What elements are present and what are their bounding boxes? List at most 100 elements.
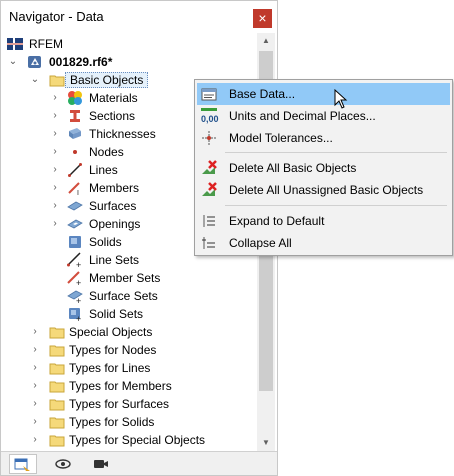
section-icon [67,108,83,124]
display-tab-eye-icon[interactable] [49,454,77,474]
tree-root[interactable]: RFEM [1,35,257,53]
tree-item-label: Surface Sets [89,289,158,303]
tree-item-label: Sections [89,109,136,123]
tree-file[interactable]: ⌄ 001829.rf6* [1,53,257,71]
surface-set-icon: + [67,288,83,306]
expand-arrow-icon[interactable]: › [29,397,41,411]
tree-basic-objects-label: Basic Objects [65,72,149,88]
expand-arrow-icon[interactable]: › [49,181,61,195]
member-icon: I [67,180,83,197]
expand-arrow-icon[interactable]: › [49,91,61,105]
menu-item-expand-default[interactable]: Expand to Default [197,210,450,232]
folder-icon [49,72,65,88]
materials-icon [67,90,83,106]
tree-item-label: Lines [89,163,118,177]
base-data-icon [201,86,217,102]
menu-separator [225,205,447,206]
collapse-arrow-icon[interactable]: ⌄ [7,55,19,69]
tolerance-icon [201,130,217,146]
tree-item-label: Solid Sets [89,307,144,321]
opening-icon [67,216,83,232]
folder-icon [49,378,65,394]
svg-text:+: + [76,260,81,268]
expand-arrow-icon[interactable]: › [49,163,61,177]
svg-text:+: + [76,278,81,286]
expand-arrow-icon[interactable]: › [29,361,41,375]
scroll-up-arrow-icon[interactable]: ▲ [257,33,275,49]
folder-icon [49,342,65,358]
tree-item-label: Nodes [89,145,124,159]
collapse-tree-icon [201,235,217,251]
tree-item-label: Solids [89,235,122,249]
svg-text:+: + [76,314,81,322]
tree-item-solid-sets[interactable]: + Solid Sets [1,305,257,324]
delete-objects-icon [201,160,217,176]
menu-separator [225,152,447,153]
tree-item-label: Openings [89,217,141,231]
menu-item-units[interactable]: 0,00 Units and Decimal Places... [197,105,450,127]
scroll-down-arrow-icon[interactable]: ▼ [257,435,275,451]
solid-icon [67,234,83,250]
panel-title: Navigator - Data [9,9,104,24]
collapse-arrow-icon[interactable]: ⌄ [29,73,41,87]
data-tab-icon[interactable] [9,454,37,474]
folder-icon [49,324,65,340]
tree-folder-special-objects[interactable]: › Special Objects [1,323,257,341]
menu-item-label: Units and Decimal Places... [229,109,376,123]
tree-folder-types-solids[interactable]: › Types for Solids [1,413,257,431]
tree-item-member-sets[interactable]: + Member Sets [1,269,257,288]
expand-arrow-icon[interactable]: › [49,145,61,159]
expand-arrow-icon[interactable]: › [49,217,61,231]
menu-item-label: Collapse All [229,236,292,250]
tree-item-label: Members [89,181,140,195]
title-bar: Navigator - Data × [1,1,277,33]
tree-folder-label: Types for Special Objects [69,433,206,447]
menu-item-delete-unassigned[interactable]: Delete All Unassigned Basic Objects [197,179,450,201]
member-set-icon: + [67,270,83,288]
menu-item-label: Model Tolerances... [229,131,333,145]
menu-item-delete-all[interactable]: Delete All Basic Objects [197,157,450,179]
expand-arrow-icon[interactable]: › [29,415,41,429]
tree-item-label: Line Sets [89,253,140,267]
expand-arrow-icon[interactable]: › [29,379,41,393]
context-menu: Base Data... 0,00 Units and Decimal Plac… [194,79,453,256]
expand-arrow-icon[interactable]: › [49,199,61,213]
tree-item-label: Surfaces [89,199,137,213]
expand-arrow-icon[interactable]: › [49,109,61,123]
tree-item-label: Member Sets [89,271,161,285]
menu-item-label: Delete All Basic Objects [229,161,357,175]
rfem-flag-icon [7,36,23,52]
svg-text:+: + [76,296,81,304]
tree-root-label: RFEM [29,37,63,51]
tree-folder-types-surfaces[interactable]: › Types for Surfaces [1,395,257,413]
expand-arrow-icon[interactable]: › [49,127,61,141]
expand-arrow-icon[interactable]: › [29,343,41,357]
surface-icon [67,198,83,214]
tree-item-surface-sets[interactable]: + Surface Sets [1,287,257,306]
tree-item-label: Materials [89,91,138,105]
menu-item-collapse-all[interactable]: Collapse All [197,232,450,254]
menu-item-label: Delete All Unassigned Basic Objects [229,183,424,197]
close-button[interactable]: × [253,9,272,28]
thickness-icon [67,126,83,142]
tree-file-label: 001829.rf6* [49,55,113,69]
line-icon [67,162,83,178]
menu-item-model-tolerances[interactable]: Model Tolerances... [197,127,450,149]
tree-folder-types-special-objects[interactable]: › Types for Special Objects [1,431,257,449]
tree-folder-label: Types for Surfaces [69,397,170,411]
expand-arrow-icon[interactable]: › [29,433,41,447]
tree-folder-types-nodes[interactable]: › Types for Nodes [1,341,257,359]
menu-item-label: Expand to Default [229,214,325,228]
mouse-pointer-icon [334,88,348,112]
menu-item-base-data[interactable]: Base Data... [197,83,450,105]
folder-icon [49,414,65,430]
tree-folder-label: Special Objects [69,325,153,339]
tree-folder-types-members[interactable]: › Types for Members [1,377,257,395]
expand-arrow-icon[interactable]: › [29,325,41,339]
solid-set-icon: + [67,306,83,324]
folder-icon [49,396,65,412]
folder-icon [49,360,65,376]
views-tab-camera-icon[interactable] [87,454,115,474]
node-icon [67,144,83,160]
tree-folder-types-lines[interactable]: › Types for Lines [1,359,257,377]
